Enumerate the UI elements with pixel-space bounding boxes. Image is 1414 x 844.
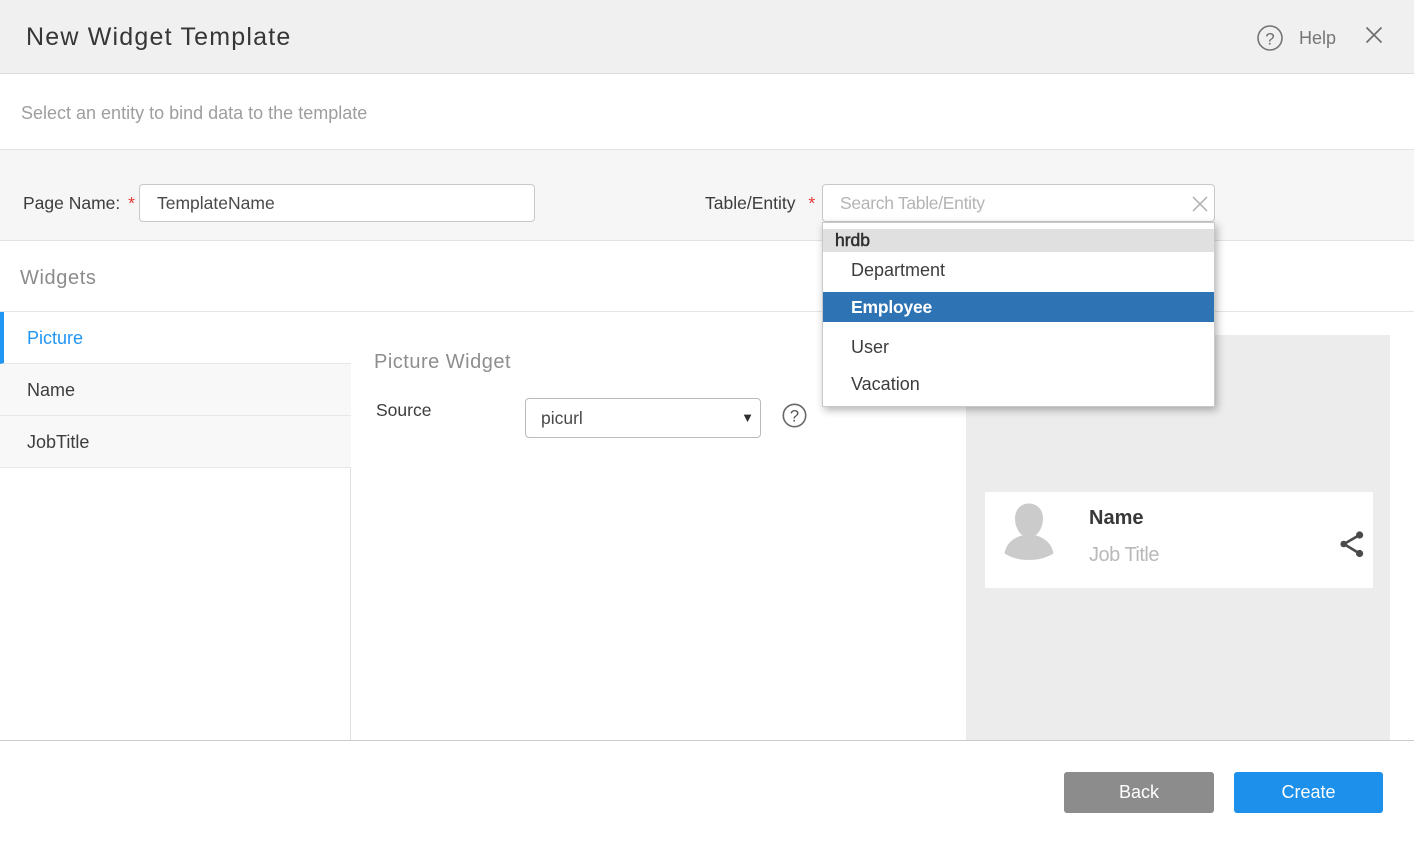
svg-text:?: ?	[790, 408, 799, 426]
svg-text:?: ?	[1265, 30, 1274, 49]
